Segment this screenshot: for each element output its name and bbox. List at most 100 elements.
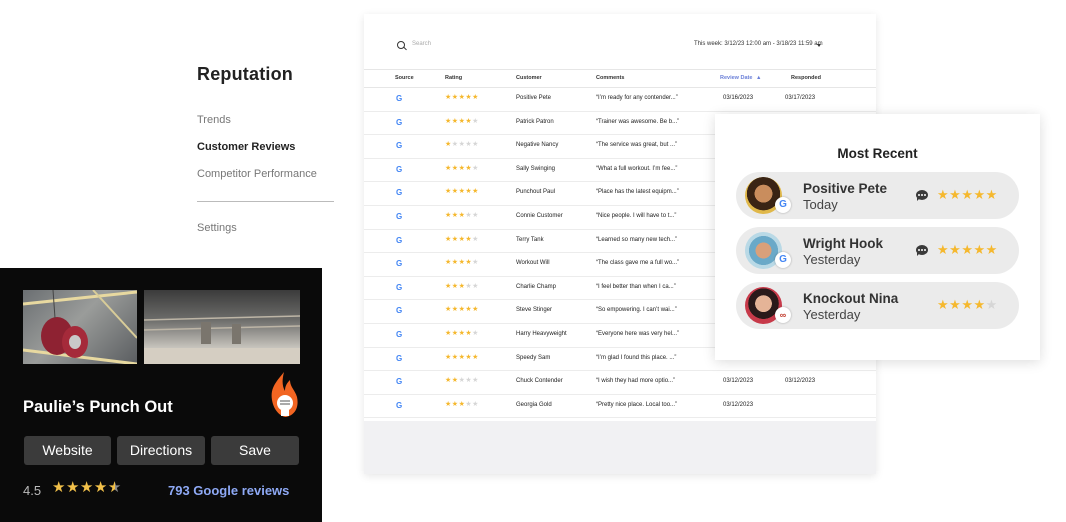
reviewer-name: Knockout Nina: [803, 291, 899, 306]
reviewer-name: Wright Hook: [803, 236, 883, 251]
google-source-icon: G: [396, 330, 403, 339]
star-icon: ★: [451, 282, 459, 290]
chevron-down-icon[interactable]: [817, 44, 821, 47]
rating-stars: ★★★★★: [445, 377, 479, 384]
review-comment: “So empowering. I can’t wai...”: [596, 307, 677, 314]
responded-date: 03/12/2023: [785, 378, 816, 385]
col-rating[interactable]: Rating: [445, 75, 462, 81]
nav-item-customer-reviews[interactable]: Customer Reviews: [197, 141, 295, 153]
star-icon: ★: [451, 117, 459, 125]
google-source-icon: G: [396, 235, 403, 245]
col-responded[interactable]: Responded: [791, 75, 821, 81]
search-input[interactable]: Search: [412, 41, 431, 47]
sort-arrow-icon[interactable]: ▲: [756, 75, 761, 81]
handshake-icon: ∞: [775, 307, 791, 323]
rating-stars: ★★★★★: [937, 188, 998, 201]
nav-item-settings[interactable]: Settings: [197, 222, 237, 234]
col-comments[interactable]: Comments: [596, 75, 624, 81]
star-icon: ★: [451, 94, 459, 101]
star-icon: ★: [451, 400, 459, 408]
table-row[interactable]: G ★★★★★ Positive Pete “I’m ready for any co…: [364, 87, 876, 112]
nav-divider: [197, 201, 334, 202]
star-icon: ★: [445, 400, 452, 408]
col-source[interactable]: Source: [395, 75, 414, 81]
table-header: Source Rating Customer Comments Review D…: [364, 69, 876, 88]
customer-name: Terry Tank: [516, 236, 544, 243]
star-icon: ★: [445, 353, 452, 361]
recent-review-item[interactable]: G Positive Pete Today ★★★★★: [736, 172, 1019, 219]
rating-stars: ★★★★★: [445, 141, 479, 148]
date-range-dropdown[interactable]: This week: 3/12/23 12:00 am - 3/18/23 11…: [694, 41, 823, 47]
customer-name: Negative Nancy: [516, 142, 559, 149]
star-icon: ★: [985, 297, 998, 312]
star-icon: ★: [472, 400, 479, 408]
most-recent-card: Most Recent G Positive Pete Today ★★★★★ …: [715, 114, 1040, 360]
star-icon: ★: [445, 141, 452, 149]
rating-stars: ★★★★★: [445, 212, 479, 219]
google-reviews-link[interactable]: 793 Google reviews: [168, 483, 289, 498]
rating-stars: ★★★★★: [445, 283, 479, 290]
review-comment: “I’m ready for any contender...”: [596, 95, 678, 101]
table-row[interactable]: G ★★★★★ Chuck Contender “I wish they had mo…: [364, 370, 876, 395]
star-icon: ★: [472, 259, 479, 267]
google-source-icon: G: [396, 400, 403, 410]
rating-stars: ★★★★★: [445, 188, 479, 195]
google-source-icon: G: [396, 353, 403, 363]
star-icon: ★: [451, 164, 459, 172]
website-button[interactable]: Website: [24, 436, 111, 465]
review-time: Yesterday: [803, 307, 861, 322]
google-source-icon: G: [396, 259, 403, 269]
search-icon[interactable]: [397, 41, 405, 49]
col-review-date[interactable]: Review Date: [720, 75, 752, 81]
table-row[interactable]: G ★★★★★ Georgia Gold “Pretty nice place. Lo…: [364, 394, 876, 419]
punch-logo-icon: [271, 372, 298, 417]
business-profile-card: Paulie’s Punch Out Website Directions Sa…: [0, 268, 322, 522]
star-icon: ★: [472, 117, 479, 125]
star-icon: ★: [472, 235, 479, 243]
customer-name: Speedy Sam: [516, 354, 551, 361]
star-icon: ★: [79, 479, 94, 496]
star-icon: ★: [445, 117, 452, 125]
star-icon: ★: [451, 306, 459, 314]
boxing-gloves-photo[interactable]: [23, 290, 137, 364]
star-icon: ★: [445, 164, 452, 172]
customer-name: Connie Customer: [516, 213, 563, 219]
customer-name: Harry Heavyweight: [516, 331, 567, 337]
most-recent-title: Most Recent: [837, 146, 918, 161]
google-source-icon: G: [396, 141, 403, 151]
star-icon: ★: [949, 297, 962, 312]
star-icon: ★: [445, 282, 452, 290]
recent-review-item[interactable]: G Wright Hook Yesterday ★★★★★: [736, 227, 1019, 274]
reply-chat-icon: [916, 245, 928, 256]
reply-chat-icon: [916, 190, 928, 201]
nav-item-trends[interactable]: Trends: [197, 114, 231, 126]
responded-date: 03/17/2023: [785, 95, 816, 101]
star-icon: ★: [445, 94, 452, 101]
col-customer[interactable]: Customer: [516, 75, 542, 81]
recent-review-item[interactable]: ∞ Knockout Nina Yesterday ★★★★★: [736, 282, 1019, 329]
star-icon: ★: [937, 187, 950, 202]
review-comment: “What a full workout. I’m fee...”: [596, 165, 678, 172]
review-date: 03/16/2023: [723, 95, 754, 101]
rating-stars: ★★★★★: [445, 306, 479, 313]
star-icon: ★: [472, 164, 479, 172]
customer-name: Punchout Paul: [516, 189, 556, 196]
star-icon: ★: [985, 187, 998, 202]
star-icon: ★: [472, 330, 479, 337]
google-source-icon: G: [396, 94, 403, 103]
star-icon: ★: [973, 187, 986, 202]
google-source-icon: G: [396, 377, 403, 387]
directions-button[interactable]: Directions: [117, 436, 205, 465]
page-title: Reputation: [197, 64, 293, 84]
star-icon: ★: [451, 353, 459, 361]
review-date: 03/12/2023: [723, 401, 754, 408]
star-icon: ★: [445, 306, 452, 314]
star-icon: ★: [445, 188, 452, 196]
google-source-icon: G: [396, 282, 403, 292]
star-icon: ★: [472, 188, 479, 196]
save-button[interactable]: Save: [211, 436, 299, 465]
rating-stars: ★★★★★: [445, 118, 479, 125]
boxing-ring-photo[interactable]: [144, 290, 300, 364]
nav-item-competitor-performance[interactable]: Competitor Performance: [197, 168, 317, 180]
star-icon: ★: [451, 235, 459, 243]
